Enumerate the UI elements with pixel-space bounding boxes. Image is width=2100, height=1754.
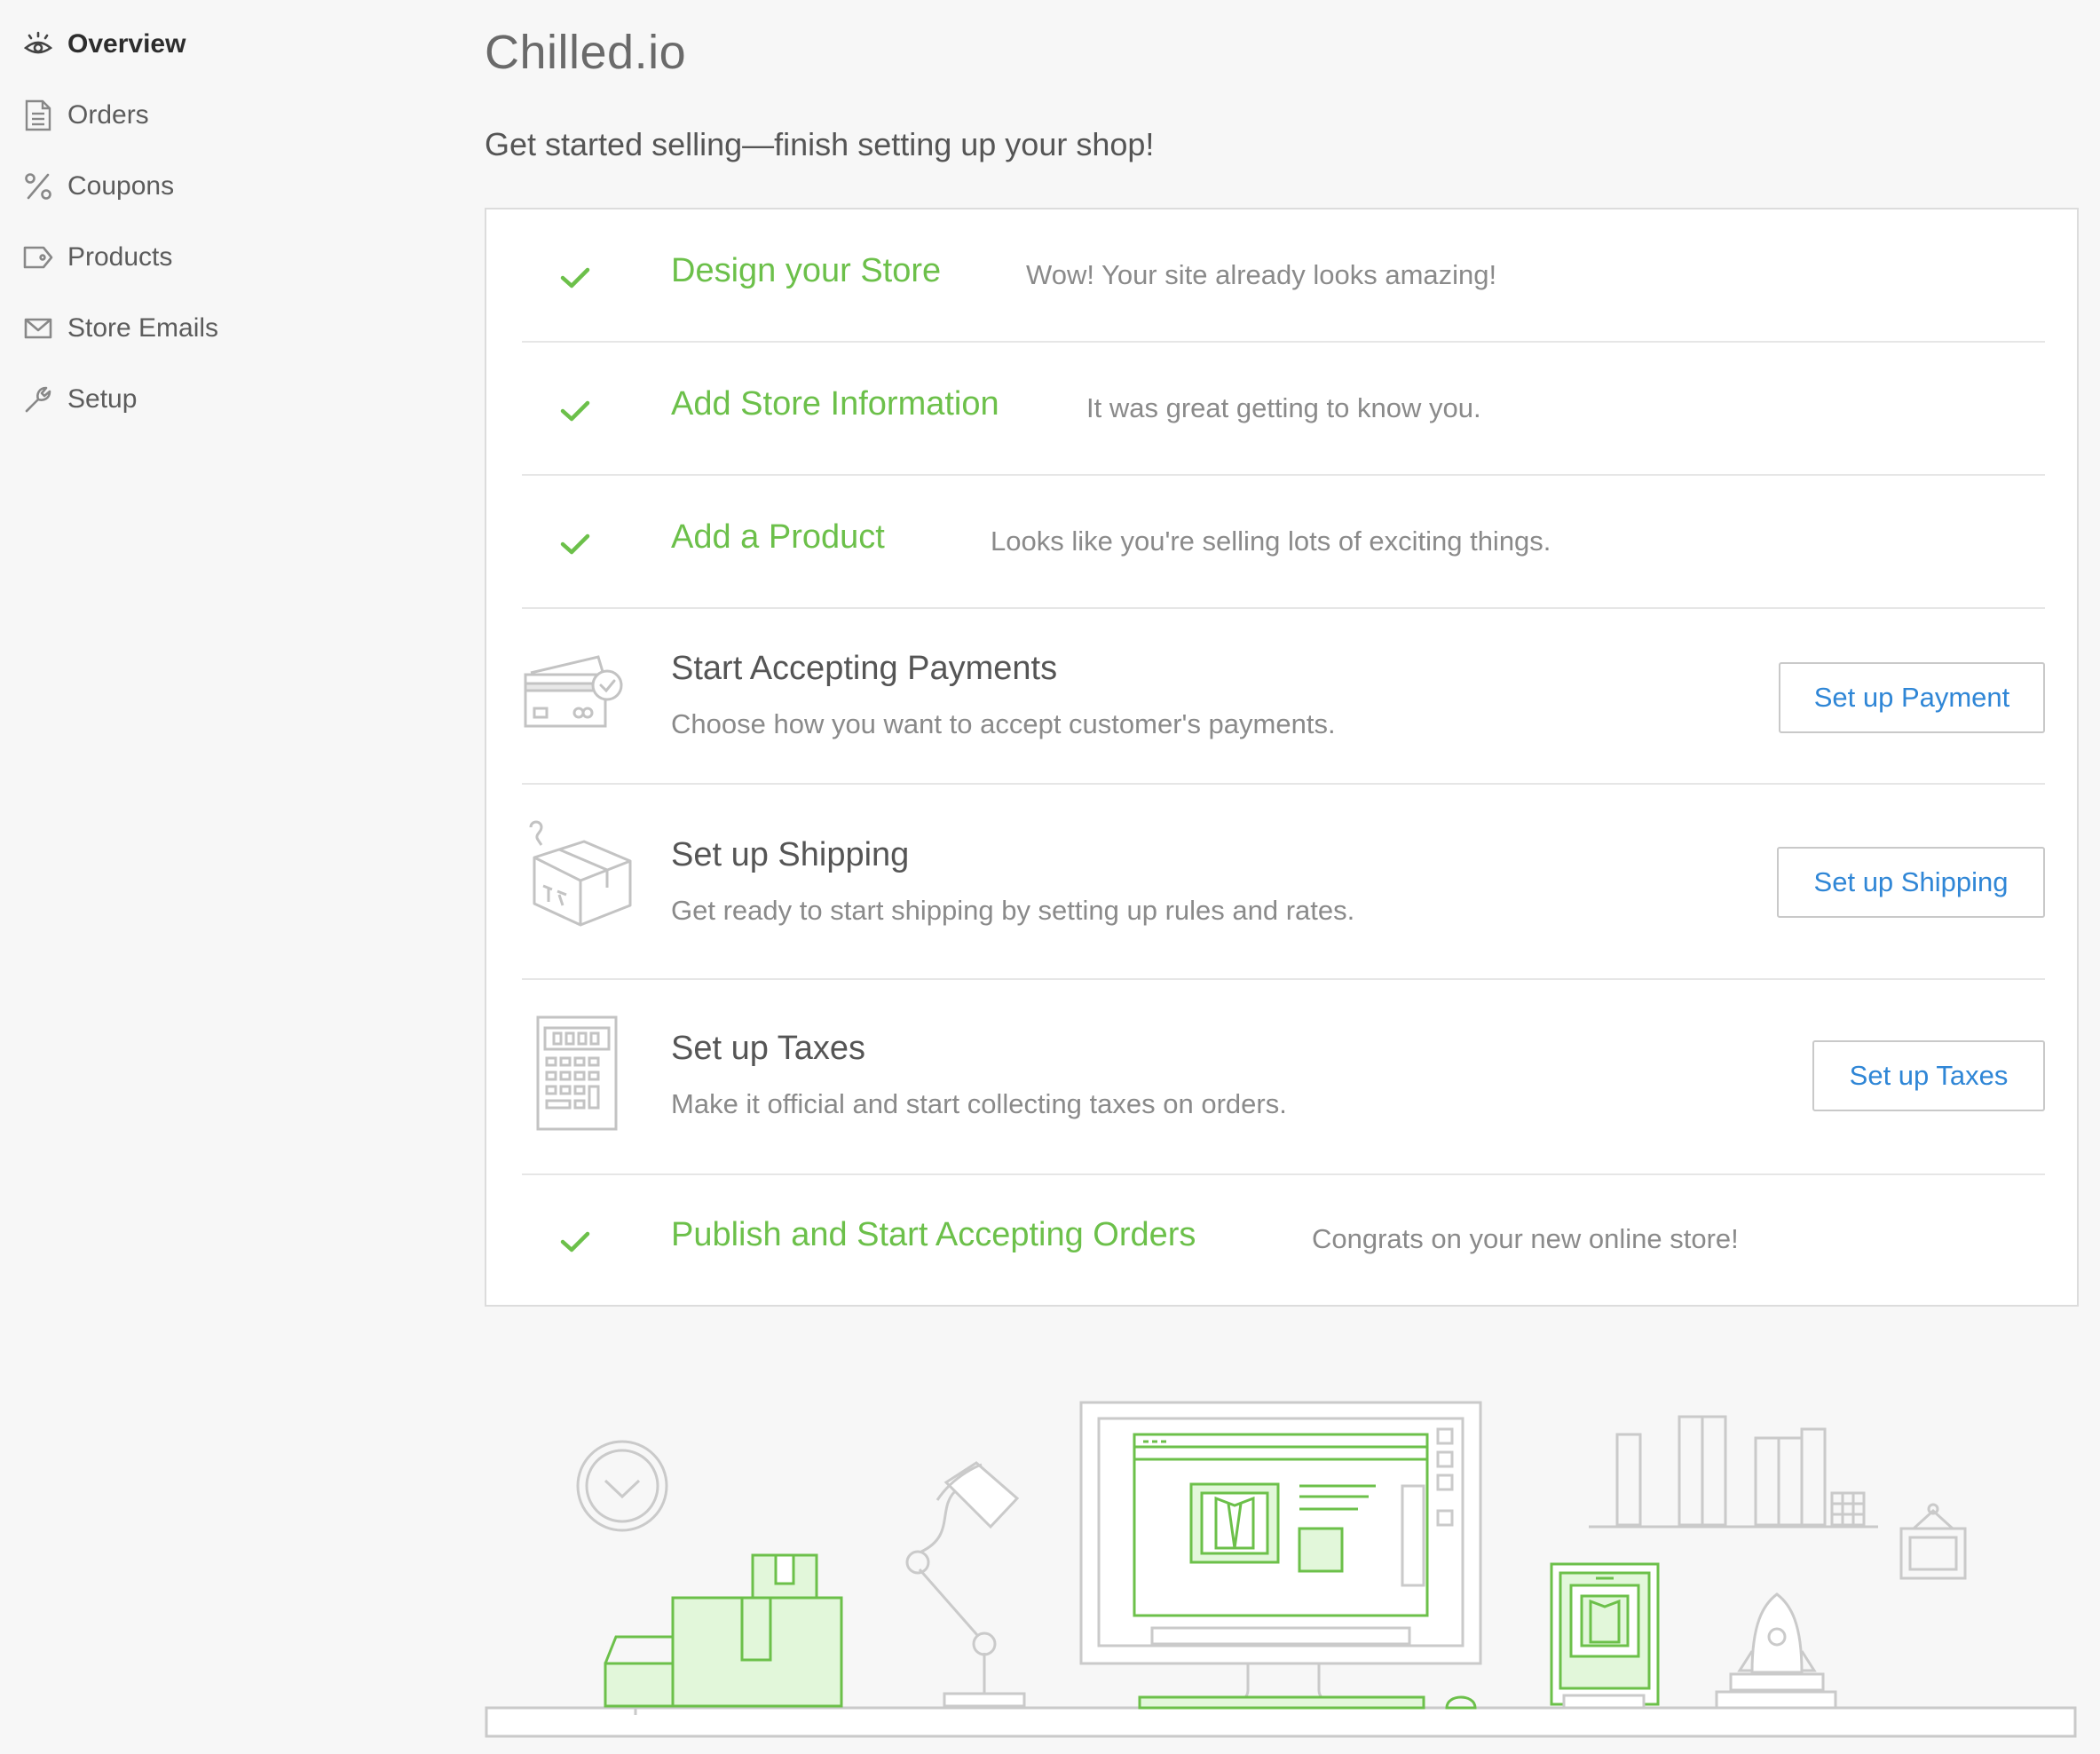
- storefront-screen: [1133, 1433, 1477, 1710]
- percent-icon: [21, 170, 55, 203]
- step-title[interactable]: Publish and Start Accepting Orders: [671, 1216, 1196, 1254]
- setup-shipping-button[interactable]: Set up Shipping: [1777, 847, 2045, 918]
- sidebar-item-label: Setup: [67, 384, 138, 414]
- sidebar-item-coupons[interactable]: Coupons: [21, 160, 174, 213]
- checklist-step-payments: Start Accepting Payments Choose how you …: [522, 609, 2045, 785]
- sidebar-item-overview[interactable]: Overview: [21, 18, 186, 71]
- wrench-icon: [21, 383, 55, 416]
- step-title[interactable]: Add Store Information: [671, 385, 999, 423]
- picture-frame-icon: [1899, 1503, 1967, 1580]
- checkmark-icon: [560, 1231, 590, 1252]
- sidebar-item-label: Overview: [67, 29, 186, 59]
- step-note: It was great getting to know you.: [1086, 392, 1481, 423]
- clock-icon: [576, 1440, 668, 1532]
- step-description: Choose how you want to accept customer's…: [671, 708, 1336, 739]
- checklist-step-shipping: Set up Shipping Get ready to start shipp…: [522, 785, 2045, 980]
- step-title[interactable]: Add a Product: [671, 518, 885, 557]
- page-title: Chilled.io: [485, 26, 687, 79]
- checklist-step-taxes: Set up Taxes Make it official and start …: [522, 980, 2045, 1175]
- shipping-box-icon: [529, 820, 632, 927]
- checklist-step-design-store: Design your Store Wow! Your site already…: [522, 209, 2045, 343]
- checklist-step-publish: Publish and Start Accepting Orders Congr…: [522, 1175, 2045, 1307]
- eye-icon: [21, 28, 55, 61]
- tablet-icon: [1550, 1562, 1660, 1710]
- envelope-icon: [21, 312, 55, 345]
- sidebar: Overview Orders Coupons Products Store E…: [0, 0, 444, 1754]
- tag-icon: [21, 241, 55, 274]
- checklist-step-add-product: Add a Product Looks like you're selling …: [522, 476, 2045, 609]
- sidebar-item-store-emails[interactable]: Store Emails: [21, 302, 218, 355]
- step-title: Set up Shipping: [671, 836, 910, 873]
- setup-checklist: Design your Store Wow! Your site already…: [485, 208, 2079, 1307]
- rocket-icon: [1715, 1592, 1837, 1710]
- sidebar-item-setup[interactable]: Setup: [21, 373, 137, 426]
- sidebar-item-products[interactable]: Products: [21, 231, 172, 284]
- store-illustration: [485, 1401, 2077, 1738]
- setup-payment-button[interactable]: Set up Payment: [1779, 662, 2045, 733]
- checkmark-icon: [560, 267, 590, 288]
- step-description: Make it official and start collecting ta…: [671, 1088, 1287, 1119]
- sidebar-item-label: Products: [67, 242, 173, 272]
- step-note: Wow! Your site already looks amazing!: [1026, 259, 1497, 290]
- sidebar-item-label: Store Emails: [67, 313, 219, 343]
- calculator-icon: [536, 1015, 618, 1131]
- step-title: Set up Taxes: [671, 1030, 866, 1067]
- sidebar-item-label: Coupons: [67, 171, 175, 201]
- credit-card-icon: [524, 655, 623, 728]
- step-note: Looks like you're selling lots of exciti…: [991, 525, 1551, 557]
- step-note: Congrats on your new online store!: [1312, 1223, 1739, 1254]
- sidebar-item-label: Orders: [67, 100, 149, 130]
- checkmark-icon: [560, 533, 590, 555]
- document-icon: [21, 99, 55, 132]
- sidebar-item-orders[interactable]: Orders: [21, 89, 149, 142]
- step-description: Get ready to start shipping by setting u…: [671, 895, 1355, 926]
- setup-taxes-button[interactable]: Set up Taxes: [1812, 1040, 2045, 1111]
- step-title: Start Accepting Payments: [671, 650, 1058, 687]
- bookshelf-icon: [1589, 1415, 1878, 1529]
- checklist-step-store-info: Add Store Information It was great getti…: [522, 343, 2045, 476]
- step-title[interactable]: Design your Store: [671, 252, 941, 290]
- box-stack-icon: [604, 1553, 843, 1708]
- checkmark-icon: [560, 400, 590, 422]
- page-subtitle: Get started selling—finish setting up yo…: [485, 126, 1155, 162]
